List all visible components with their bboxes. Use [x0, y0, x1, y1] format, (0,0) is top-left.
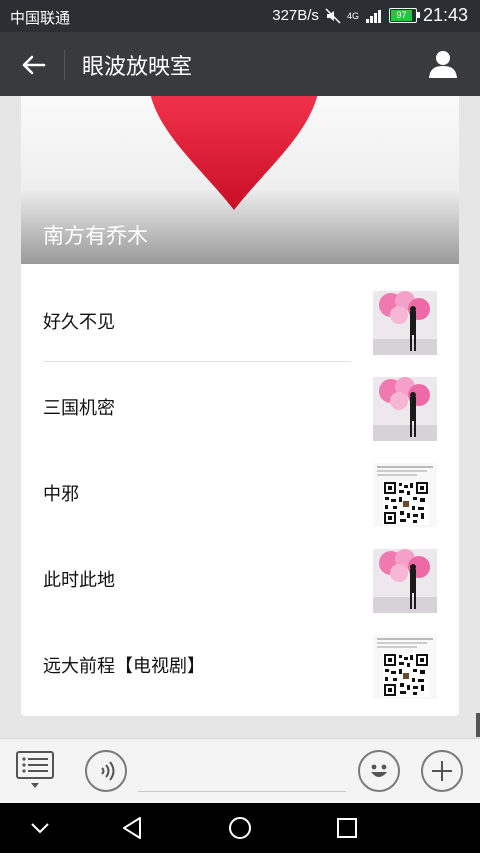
list-item[interactable]: 好久不见 — [21, 278, 459, 364]
recents-square-icon[interactable] — [334, 815, 360, 841]
home-circle-icon[interactable] — [227, 815, 253, 841]
article-title: 远大前程【电视剧】 — [43, 656, 205, 677]
cover-title: 南方有乔木 — [43, 224, 148, 248]
battery-icon: 97 — [388, 8, 420, 23]
plus-icon — [432, 761, 452, 781]
voice-button[interactable] — [85, 750, 127, 792]
emoji-icon — [371, 764, 387, 777]
list-item[interactable]: 三国机密 — [21, 364, 459, 450]
list-item[interactable]: 中邪 — [21, 450, 459, 536]
battery-level: 97 — [390, 10, 412, 21]
qr-code-image — [373, 463, 437, 527]
pink-tree-photo — [373, 549, 437, 613]
cover-article[interactable]: 南方有乔木 — [21, 96, 459, 264]
back-triangle-icon[interactable] — [120, 815, 146, 841]
article-title: 此时此地 — [43, 570, 115, 591]
network-badge: 4G — [346, 10, 359, 21]
voice-icon — [101, 761, 115, 781]
back-arrow-icon[interactable] — [18, 50, 48, 80]
title-bar: 眼波放映室 — [0, 32, 480, 96]
list-item[interactable]: 远大前程【电视剧】 — [21, 622, 459, 708]
menu-list-icon[interactable] — [16, 751, 54, 789]
chat-input-bar — [0, 738, 480, 803]
net-speed: 327B/s — [272, 7, 319, 24]
emoji-button[interactable] — [358, 750, 400, 792]
title-divider — [64, 50, 65, 80]
pink-tree-photo — [373, 377, 437, 441]
hide-keyboard-icon[interactable] — [27, 815, 53, 841]
page-title: 眼波放映室 — [82, 55, 193, 80]
system-nav-bar — [0, 803, 480, 853]
list-separator — [43, 361, 351, 362]
status-bar: 中国联通 327B/s 4G 97 21:43 — [0, 0, 480, 32]
more-button[interactable] — [421, 750, 463, 792]
pink-tree-photo — [373, 291, 437, 355]
scroll-indicator[interactable] — [476, 713, 480, 737]
user-profile-icon[interactable] — [428, 49, 458, 79]
red-heart-image — [150, 96, 318, 210]
article-title: 好久不见 — [43, 312, 115, 333]
message-input[interactable] — [138, 791, 346, 792]
article-title: 三国机密 — [43, 398, 115, 419]
qr-code-image — [373, 635, 437, 699]
status-right: 327B/s 4G 97 21:43 — [272, 5, 468, 26]
clock: 21:43 — [422, 5, 468, 25]
carrier-name: 中国联通 — [10, 10, 71, 27]
list-item[interactable]: 此时此地 — [21, 536, 459, 622]
mute-icon — [325, 7, 341, 24]
article-card: 南方有乔木 好久不见 三国机密 中邪 此时此地 远大前程【电视剧】 — [21, 96, 459, 716]
signal-icon — [365, 9, 381, 23]
article-title: 中邪 — [43, 484, 79, 505]
